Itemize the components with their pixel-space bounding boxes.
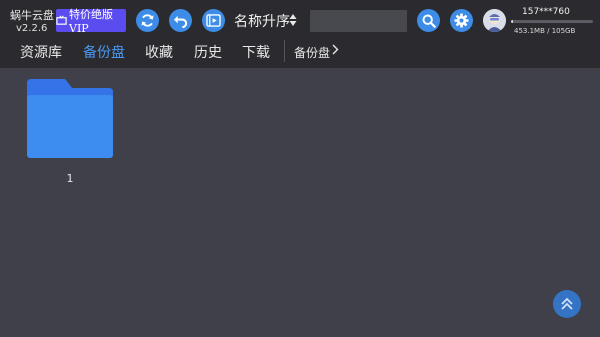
back-icon	[173, 15, 188, 28]
avatar[interactable]	[483, 9, 506, 32]
user-phone: 157***760	[522, 7, 570, 17]
tab-history[interactable]: 历史	[194, 42, 222, 62]
vip-button-label: 特价绝版VIP	[69, 8, 113, 35]
back-button[interactable]	[169, 9, 192, 32]
tab-backup-disk[interactable]: 备份盘	[83, 42, 125, 62]
refresh-icon	[141, 14, 154, 27]
storage-text: 453.1MB / 105GB	[514, 27, 576, 35]
sort-dropdown[interactable]: 名称升序	[234, 11, 290, 31]
top-bar: 蜗牛云盘 v2.2.6 特价绝版VIP 名称升序 157***760 453.1…	[0, 0, 600, 68]
tv-icon	[56, 15, 67, 25]
sort-arrows-icon[interactable]	[289, 13, 297, 27]
folder-icon	[27, 79, 113, 158]
tab-resource-library[interactable]: 资源库	[20, 42, 62, 62]
double-chevron-up-icon	[561, 297, 573, 310]
nav-divider	[284, 40, 285, 62]
search-button[interactable]	[417, 9, 440, 32]
gear-icon	[454, 13, 469, 28]
vip-button[interactable]: 特价绝版VIP	[56, 8, 126, 35]
breadcrumb[interactable]: 备份盘	[294, 44, 330, 61]
storage-bar	[511, 20, 593, 23]
folder-name: 1	[66, 172, 74, 185]
user-avatar-icon	[483, 9, 506, 32]
storage-bar-fill	[511, 20, 513, 23]
scroll-to-top-button[interactable]	[553, 290, 581, 318]
chevron-right-icon	[332, 44, 339, 58]
tab-downloads[interactable]: 下载	[242, 42, 270, 62]
app-version: v2.2.6	[16, 23, 48, 34]
tab-favorites[interactable]: 收藏	[145, 42, 173, 62]
video-icon	[206, 14, 221, 27]
search-icon	[422, 14, 436, 28]
refresh-button[interactable]	[136, 9, 159, 32]
settings-button[interactable]	[450, 9, 473, 32]
search-input[interactable]	[310, 10, 407, 32]
app-name: 蜗牛云盘	[10, 9, 54, 22]
video-button[interactable]	[202, 9, 225, 32]
folder-item[interactable]	[27, 79, 113, 158]
